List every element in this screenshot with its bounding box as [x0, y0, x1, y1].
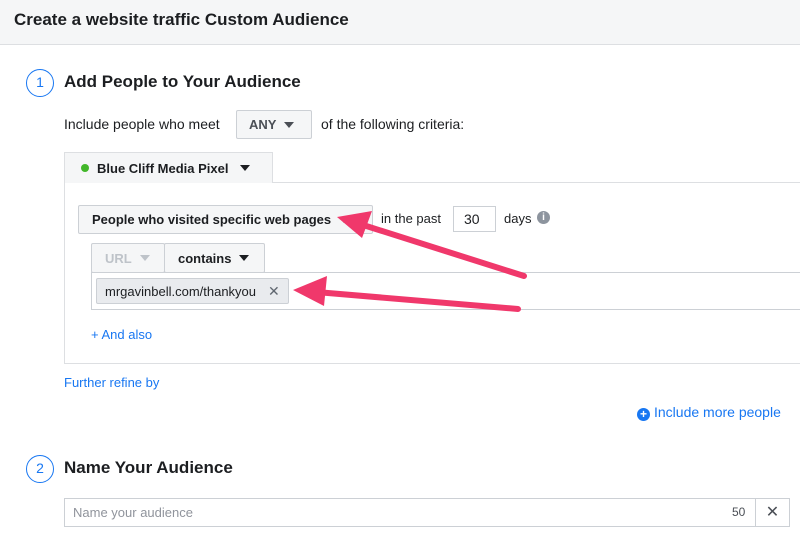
in-the-past-label: in the past — [381, 211, 441, 226]
step-2-title: Name Your Audience — [64, 458, 233, 477]
further-refine-link[interactable]: Further refine by — [64, 375, 159, 390]
rule-type-value: People who visited specific web pages — [92, 212, 332, 227]
url-field-dropdown[interactable]: URL — [91, 243, 165, 273]
days-label: days — [504, 211, 532, 226]
caret-down-icon — [139, 255, 150, 261]
pixel-tab[interactable]: Blue Cliff Media Pixel — [64, 152, 273, 183]
url-token-text: mrgavinbell.com/thankyou — [105, 283, 257, 299]
match-any-value: ANY — [249, 117, 277, 132]
url-field-value: URL — [105, 250, 132, 266]
pixel-status-dot — [81, 164, 89, 172]
match-any-dropdown[interactable]: ANY — [236, 110, 312, 139]
caret-down-icon — [239, 255, 250, 261]
include-suffix-label: of the following criteria: — [321, 116, 465, 132]
audience-name-input[interactable]: Name your audience — [64, 498, 756, 527]
url-token: mrgavinbell.com/thankyou ✕ — [96, 278, 289, 304]
include-more-label: Include more people — [654, 404, 781, 420]
close-icon[interactable]: ✕ — [268, 283, 280, 300]
step-1-badge: 1 — [26, 69, 54, 97]
step-2-badge: 2 — [26, 455, 54, 483]
clear-name-button[interactable]: ✕ — [755, 498, 790, 527]
operator-dropdown[interactable]: contains — [164, 243, 265, 273]
rule-type-dropdown[interactable]: People who visited specific web pages — [78, 205, 373, 234]
include-more-people-link[interactable]: + Include more people — [637, 404, 781, 421]
pixel-tab-label: Blue Cliff Media Pixel — [97, 160, 229, 176]
info-icon[interactable]: i — [537, 211, 550, 224]
operator-value: contains — [178, 250, 232, 266]
caret-down-icon — [339, 216, 350, 223]
page-title: Create a website traffic Custom Audience — [14, 10, 349, 29]
page-header: Create a website traffic Custom Audience — [0, 0, 800, 45]
step-1-title: Add People to Your Audience — [64, 72, 301, 91]
include-prefix-label: Include people who meet — [64, 116, 220, 132]
plus-circle-icon: + — [637, 408, 650, 421]
caret-down-icon — [240, 165, 251, 171]
char-count: 50 — [732, 505, 746, 519]
and-also-link[interactable]: + And also — [91, 327, 152, 342]
caret-down-icon — [284, 121, 295, 128]
days-input[interactable]: 30 — [453, 206, 496, 232]
